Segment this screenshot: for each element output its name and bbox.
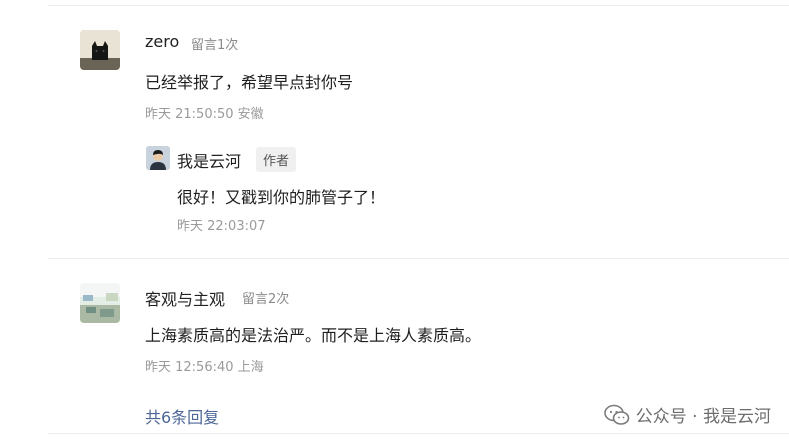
avatar[interactable]: [80, 30, 120, 70]
comment-nickname[interactable]: 客观与主观: [145, 286, 225, 310]
comment-count-badge: 留言1次: [191, 38, 239, 53]
comment-divider: [48, 258, 789, 259]
comment-time: 昨天 21:50:50 安徽: [145, 107, 264, 122]
reply-content: 很好！又戳到你的肺管子了！: [177, 188, 386, 207]
comment-count-badge: 留言2次: [242, 292, 290, 307]
comment-time: 昨天 12:56:40 上海: [145, 360, 264, 375]
comment-content: 上海素质高的是法治严。而不是上海人素质高。: [145, 326, 482, 345]
view-replies-link[interactable]: 共6条回复: [145, 404, 219, 428]
cat-avatar-icon: [80, 30, 120, 70]
avatar[interactable]: [80, 283, 120, 323]
comment-nickname[interactable]: zero: [145, 32, 179, 51]
wechat-icon: [603, 404, 630, 425]
comment-content: 已经举报了，希望早点封你号: [145, 73, 354, 92]
author-avatar[interactable]: [146, 146, 170, 170]
top-divider: [48, 5, 789, 6]
reply-nickname[interactable]: 我是云河: [177, 148, 241, 172]
bottom-divider: [48, 433, 789, 434]
author-tag: 作者: [256, 147, 297, 172]
person-avatar-icon: [146, 146, 170, 170]
wechat-watermark: 公众号 · 我是云河: [603, 402, 771, 427]
photo-avatar-icon: [80, 283, 120, 323]
reply-time: 昨天 22:03:07: [177, 219, 266, 234]
watermark-text: 公众号 · 我是云河: [635, 407, 771, 427]
